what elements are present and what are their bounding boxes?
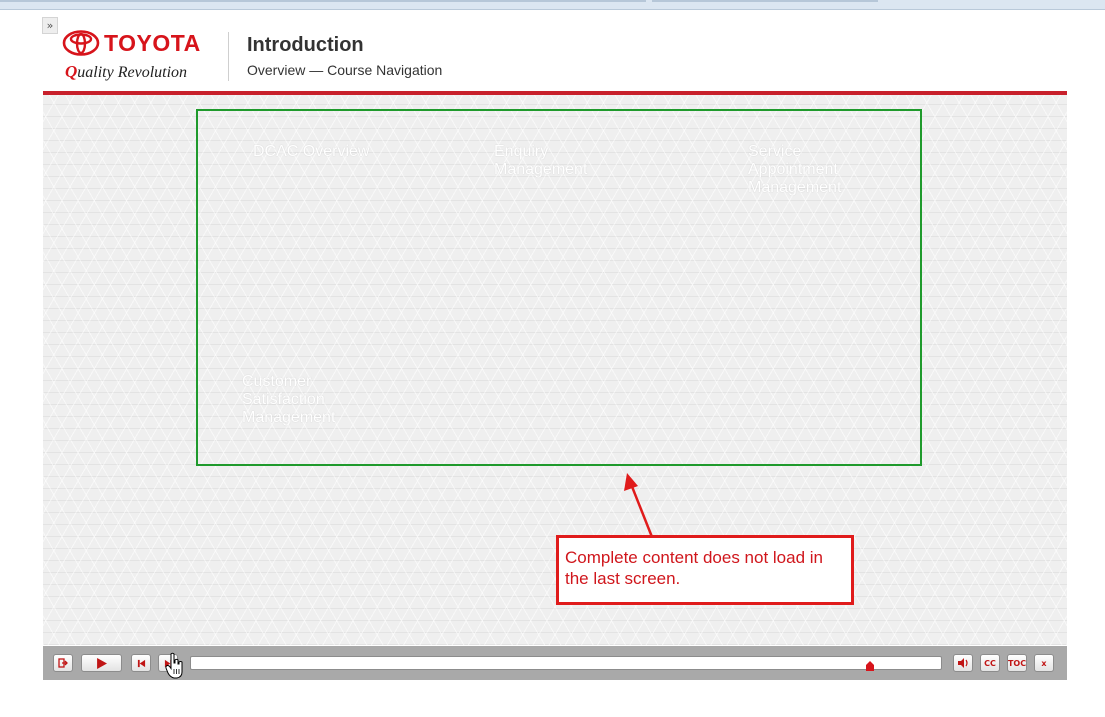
logo-tagline: Quality Revolution [65, 62, 188, 81]
header-divider [228, 32, 229, 81]
volume-icon [957, 658, 968, 668]
close-label: x [1041, 658, 1047, 668]
topic-customer-satisfaction-management[interactable]: Customer Satisfaction Management [242, 373, 362, 427]
logo-brand-text: TOYOTA [104, 29, 201, 56]
close-button[interactable]: x [1034, 654, 1054, 672]
progress-marker[interactable] [865, 661, 874, 671]
audio-button[interactable] [953, 654, 973, 672]
browser-tab[interactable] [652, 0, 878, 2]
cc-label: CC [984, 658, 996, 668]
course-stage: DCAC Overview Enquiry Management Service… [43, 95, 1067, 645]
annotation-callout: Complete content does not load in the la… [556, 535, 854, 605]
topic-service-appointment-management[interactable]: Service Appointment Management [748, 143, 868, 197]
exit-button[interactable] [53, 654, 73, 672]
toyota-emblem-icon [62, 30, 100, 56]
browser-tab-strip [0, 0, 1105, 10]
toc-label: TOC [1007, 658, 1027, 668]
player-control-bar: CC TOC x [43, 646, 1067, 680]
toyota-logo: TOYOTA Quality Revolution [62, 30, 212, 82]
hand-cursor-icon [165, 652, 183, 679]
play-icon [97, 657, 107, 669]
browser-tab[interactable] [0, 0, 646, 2]
closed-captions-button[interactable]: CC [980, 654, 1000, 672]
table-of-contents-button[interactable]: TOC [1007, 654, 1027, 672]
skip-back-icon [137, 659, 145, 667]
page-subtitle: Overview — Course Navigation [247, 62, 443, 78]
expand-sidebar-button[interactable]: » [42, 17, 58, 34]
previous-button[interactable] [131, 654, 151, 672]
progress-bar[interactable] [190, 656, 942, 671]
topic-enquiry-management[interactable]: Enquiry Management [494, 143, 624, 179]
exit-icon [58, 658, 68, 668]
play-button[interactable] [81, 654, 122, 672]
topic-dcac-overview[interactable]: DCAC Overview [253, 143, 373, 161]
page-title: Introduction [247, 34, 364, 56]
